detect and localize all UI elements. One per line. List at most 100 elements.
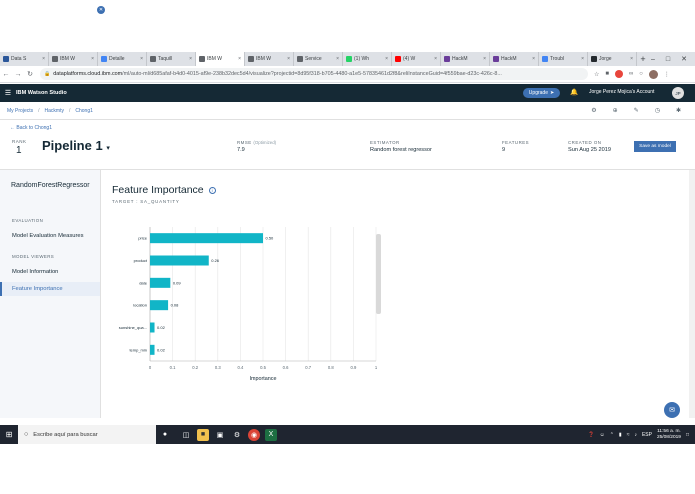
- task-view-icon[interactable]: ◫: [180, 429, 192, 441]
- notifications-icon[interactable]: □: [686, 432, 689, 438]
- estimator-value: Random forest regressor: [370, 147, 432, 153]
- bell-icon[interactable]: 🔔: [570, 88, 578, 96]
- share-icon[interactable]: ✎: [634, 107, 639, 114]
- browser-tab[interactable]: IBM W ×: [196, 52, 245, 66]
- browser-tab[interactable]: IBM W ×: [245, 52, 294, 66]
- breadcrumb-my-projects[interactable]: My Projects: [7, 108, 33, 114]
- history-icon[interactable]: ◷: [655, 107, 660, 114]
- watson-header: ☰ IBM Watson Studio Upgrade ➤ 🔔 Jorge Pe…: [0, 84, 695, 102]
- shield-icon[interactable]: ○: [639, 71, 643, 77]
- close-tab-icon[interactable]: ×: [91, 56, 94, 62]
- language-indicator[interactable]: ESP: [642, 432, 652, 438]
- close-window-icon[interactable]: ✕: [681, 55, 687, 63]
- close-tab-icon[interactable]: ×: [189, 56, 192, 62]
- bar-value-label: 0.02: [157, 325, 166, 330]
- new-tab-button[interactable]: +: [637, 52, 649, 66]
- browser-tab[interactable]: Troubl ×: [539, 52, 588, 66]
- bottom-blank-area: [0, 444, 695, 494]
- help-icon[interactable]: ✱: [676, 107, 681, 114]
- back-link[interactable]: ← Back to Chong1: [10, 125, 52, 131]
- browser-tab-label: (1) Wh: [354, 56, 369, 62]
- close-tab-icon[interactable]: ×: [532, 56, 535, 62]
- browser-tab-label: (4) W: [403, 56, 416, 62]
- close-tab-icon[interactable]: ×: [336, 56, 339, 62]
- info-icon[interactable]: i: [208, 187, 216, 194]
- browser-tab[interactable]: Service ×: [294, 52, 343, 66]
- close-tab-icon[interactable]: ×: [42, 56, 45, 62]
- volume-icon[interactable]: ♪: [634, 432, 637, 438]
- browser-tab[interactable]: IBM W ×: [49, 52, 98, 66]
- sidebar-item-evaluation[interactable]: Model Evaluation Measures: [0, 229, 100, 243]
- wifi-icon[interactable]: ≈: [627, 432, 630, 438]
- taskbar-search-input[interactable]: ○ Escribe aquí para buscar: [18, 425, 156, 444]
- user-avatar[interactable]: JP: [672, 87, 684, 99]
- microphone-icon[interactable]: ●: [156, 431, 174, 438]
- chrome-icon[interactable]: ◉: [248, 428, 260, 441]
- x-tick-label: 0.7: [305, 365, 311, 370]
- browser-tab-label: Service: [305, 56, 322, 62]
- browser-tab[interactable]: (1) Wh ×: [343, 52, 392, 66]
- y-category-label: temp_min: [129, 347, 147, 352]
- breadcrumb-separator: /: [68, 107, 71, 114]
- battery-icon[interactable]: ▮: [619, 432, 622, 438]
- windows-start-icon[interactable]: ⊞: [0, 430, 18, 439]
- browser-tab[interactable]: HackM ×: [490, 52, 539, 66]
- chart-scrollbar[interactable]: [376, 234, 381, 314]
- back-arrow-icon[interactable]: ←: [0, 71, 12, 78]
- browser-tab[interactable]: Jorge ×: [588, 52, 637, 66]
- opera-icon[interactable]: [615, 70, 624, 78]
- star-icon[interactable]: ☆: [594, 71, 599, 78]
- steam-icon[interactable]: ⚙: [231, 429, 243, 441]
- hamburger-menu-icon[interactable]: ☰: [0, 89, 16, 97]
- created-label: CREATED ON: [568, 140, 602, 145]
- url-path: /ml/auto-ml/d685afaf-b4d0-4015-af9e-238b…: [122, 71, 502, 77]
- minimize-icon[interactable]: –: [651, 56, 655, 63]
- chat-icon[interactable]: ✉: [664, 402, 680, 418]
- close-tab-icon[interactable]: ×: [630, 56, 633, 62]
- close-tab-icon[interactable]: ×: [238, 56, 241, 62]
- close-tab-icon[interactable]: ×: [581, 56, 584, 62]
- url-input[interactable]: 🔒 dataplatforms.cloud.ibm.com /ml/auto-m…: [40, 68, 588, 80]
- account-switcher[interactable]: Jorge Perez Mojica's Account: [589, 89, 654, 95]
- close-tab-icon[interactable]: ×: [287, 56, 290, 62]
- page-scrollbar[interactable]: [689, 170, 695, 418]
- close-tab-icon[interactable]: ×: [140, 56, 143, 62]
- breadcrumb-project[interactable]: Hackmty: [45, 108, 64, 114]
- browser-tab[interactable]: Taquill ×: [147, 52, 196, 66]
- people-icon[interactable]: ☺: [600, 432, 605, 438]
- add-icon[interactable]: ⊕: [613, 107, 618, 114]
- breadcrumb-experiment[interactable]: Chong1: [75, 108, 93, 114]
- close-sidebar-icon[interactable]: ✕: [97, 6, 105, 14]
- close-tab-icon[interactable]: ×: [385, 56, 388, 62]
- upgrade-button[interactable]: Upgrade ➤: [523, 88, 560, 98]
- taskbar-clock[interactable]: 11:56 a. m. 25/08/2019: [657, 429, 681, 441]
- profile-avatar[interactable]: [648, 69, 658, 79]
- close-tab-icon[interactable]: ×: [434, 56, 437, 62]
- brand-title[interactable]: IBM Watson Studio: [16, 90, 67, 96]
- x-tick-label: 0.5: [260, 365, 266, 370]
- link-icon[interactable]: ∞: [629, 71, 633, 77]
- pipeline-title-dropdown[interactable]: Pipeline 1 ▾: [42, 138, 110, 153]
- sidebar-item-feature-importance[interactable]: Feature Importance: [0, 282, 100, 296]
- excel-icon[interactable]: X: [265, 428, 277, 441]
- rmse-value: 7.9: [237, 147, 245, 153]
- file-explorer-icon[interactable]: ■: [197, 428, 209, 441]
- reload-icon[interactable]: ↻: [24, 70, 36, 78]
- save-as-model-button[interactable]: Save as model: [634, 141, 676, 152]
- forward-arrow-icon[interactable]: →: [12, 71, 24, 78]
- store-icon[interactable]: ▣: [214, 429, 226, 441]
- maximize-icon[interactable]: □: [666, 56, 670, 63]
- browser-tab[interactable]: HackM ×: [441, 52, 490, 66]
- kebab-menu-icon[interactable]: ⋮: [664, 71, 670, 78]
- browser-tab-strip: Data S × IBM W × Detalle × Taquill × IBM W × IBM W…: [0, 52, 695, 66]
- chevron-up-icon[interactable]: ⌃: [610, 432, 614, 438]
- help-tray-icon[interactable]: ❓: [588, 432, 594, 438]
- extension-icon[interactable]: ■: [605, 71, 609, 77]
- close-tab-icon[interactable]: ×: [483, 56, 486, 62]
- browser-tab[interactable]: Data S ×: [0, 52, 49, 66]
- settings-icon[interactable]: ⚙: [591, 107, 596, 114]
- browser-tab[interactable]: Detalle ×: [98, 52, 147, 66]
- sidebar-item-model-information[interactable]: Model Information: [0, 265, 100, 279]
- browser-tab[interactable]: (4) W ×: [392, 52, 441, 66]
- clock-time: 11:56 a. m.: [657, 428, 681, 434]
